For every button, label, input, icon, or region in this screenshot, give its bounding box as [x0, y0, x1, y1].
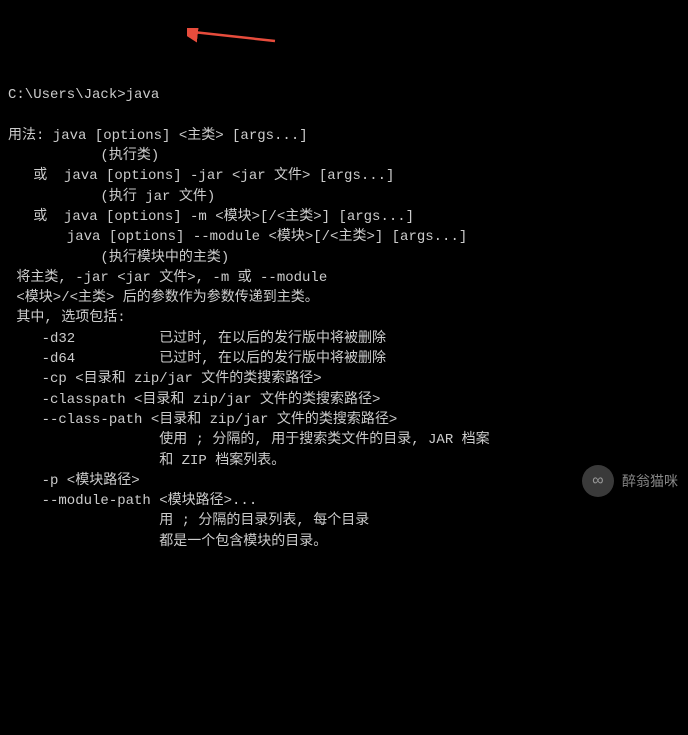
- output-line: 使用 ; 分隔的, 用于搜索类文件的目录, JAR 档案: [8, 430, 680, 450]
- output-line: (执行类): [8, 146, 680, 166]
- output-line: -p <模块路径>: [8, 471, 680, 491]
- output-line: (执行模块中的主类): [8, 248, 680, 268]
- output-line: 用法: java [options] <主类> [args...]: [8, 126, 680, 146]
- output-line: 其中, 选项包括:: [8, 308, 680, 328]
- output-line: 或 java [options] -jar <jar 文件> [args...]: [8, 166, 680, 186]
- output-line: <模块>/<主类> 后的参数作为参数传递到主类。: [8, 288, 680, 308]
- output-line: --class-path <目录和 zip/jar 文件的类搜索路径>: [8, 410, 680, 430]
- output-line: --module-path <模块路径>...: [8, 491, 680, 511]
- output-line: -d32 已过时, 在以后的发行版中将被删除: [8, 329, 680, 349]
- watermark: ∞ 醉翁猫咪: [582, 465, 678, 497]
- output-line: 或 java [options] -m <模块>[/<主类>] [args...…: [8, 207, 680, 227]
- output-line: 都是一个包含模块的目录。: [8, 532, 680, 552]
- output-line: -d64 已过时, 在以后的发行版中将被删除: [8, 349, 680, 369]
- output-line: 将主类, -jar <jar 文件>, -m 或 --module: [8, 268, 680, 288]
- watermark-text: 醉翁猫咪: [622, 471, 678, 491]
- output-line: -classpath <目录和 zip/jar 文件的类搜索路径>: [8, 390, 680, 410]
- wechat-icon: ∞: [582, 465, 614, 497]
- output-line: (执行 jar 文件): [8, 187, 680, 207]
- command-prompt-line[interactable]: C:\Users\Jack>java: [8, 85, 680, 105]
- annotation-arrow: [170, 8, 277, 54]
- output-line: java [options] --module <模块>[/<主类>] [arg…: [8, 227, 680, 247]
- output-line: 用 ; 分隔的目录列表, 每个目录: [8, 511, 680, 531]
- terminal-output: 用法: java [options] <主类> [args...] (执行类) …: [8, 126, 680, 552]
- output-line: -cp <目录和 zip/jar 文件的类搜索路径>: [8, 369, 680, 389]
- output-line: 和 ZIP 档案列表。: [8, 451, 680, 471]
